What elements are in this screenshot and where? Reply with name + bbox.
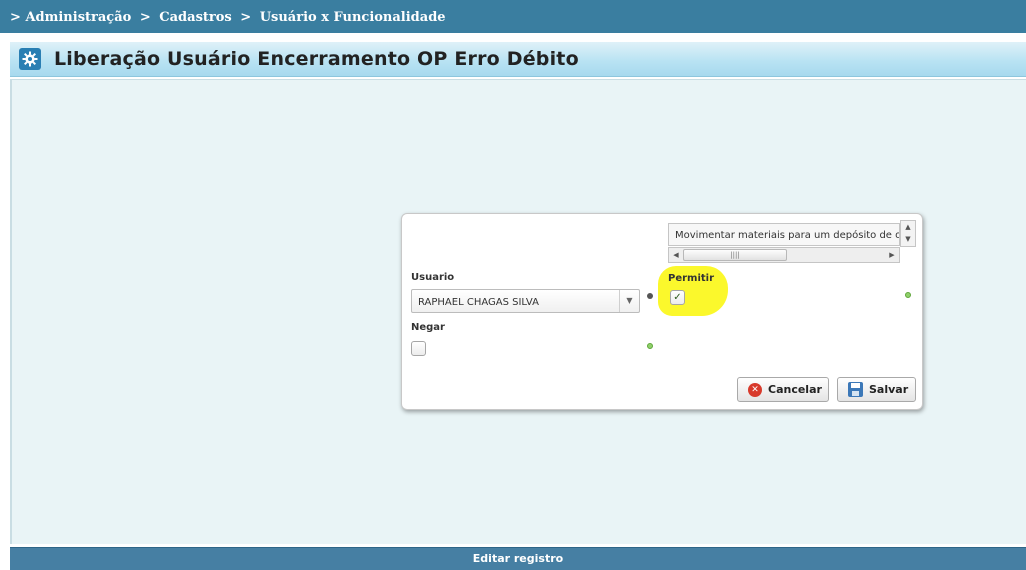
usuario-select-value: RAPHAEL CHAGAS SILVA	[418, 297, 539, 308]
vertical-scrollbar[interactable]: ▲ ▼	[900, 220, 916, 247]
permitir-checkbox[interactable]: ✓	[670, 290, 685, 305]
breadcrumb-prefix: >	[10, 10, 21, 25]
breadcrumb-separator: >	[139, 10, 151, 25]
usuario-label: Usuario	[411, 272, 455, 283]
funcionalidade-value[interactable]: Movimentar materiais para um depósito de…	[668, 223, 900, 246]
save-button-label: Salvar	[869, 383, 909, 396]
status-dot-icon	[905, 292, 911, 298]
footer-bar: Editar registro	[10, 547, 1026, 570]
scroll-down-icon[interactable]: ▼	[901, 233, 915, 245]
scroll-left-icon[interactable]: ◀	[669, 248, 683, 262]
page-title: Liberação Usuário Encerramento OP Erro D…	[54, 48, 579, 70]
permitir-label: Permitir	[668, 273, 715, 284]
scroll-right-icon[interactable]: ▶	[885, 248, 899, 262]
scroll-up-icon[interactable]: ▲	[901, 221, 915, 233]
breadcrumb: > Administração > Cadastros > Usuário x …	[0, 0, 1026, 33]
footer-label: Editar registro	[472, 552, 564, 565]
cancel-button-label: Cancelar	[768, 383, 822, 396]
cancel-button[interactable]: ✕ Cancelar	[737, 377, 829, 402]
breadcrumb-item-cadastros[interactable]: Cadastros	[159, 10, 231, 25]
negar-checkbox[interactable]	[411, 341, 426, 356]
save-button[interactable]: Salvar	[837, 377, 916, 402]
check-icon: ✓	[673, 292, 682, 303]
chevron-down-icon[interactable]: ▼	[619, 290, 639, 312]
scrollbar-thumb[interactable]: ||||	[683, 249, 787, 261]
title-bar: Liberação Usuário Encerramento OP Erro D…	[10, 42, 1026, 77]
save-icon	[848, 382, 863, 397]
funcionalidade-list[interactable]: Movimentar materiais para um depósito de…	[668, 220, 916, 264]
cancel-icon: ✕	[748, 382, 762, 397]
breadcrumb-item-administracao[interactable]: Administração	[25, 10, 131, 25]
negar-label: Negar	[411, 322, 445, 333]
gear-icon	[19, 48, 41, 70]
status-dot-icon	[647, 343, 653, 349]
required-indicator-icon	[647, 293, 653, 299]
usuario-select[interactable]: RAPHAEL CHAGAS SILVA ▼	[411, 289, 640, 313]
breadcrumb-item-usuario-funcionalidade[interactable]: Usuário x Funcionalidade	[260, 10, 446, 25]
horizontal-scrollbar[interactable]: ◀ |||| ▶	[668, 247, 900, 263]
breadcrumb-separator: >	[240, 10, 252, 25]
